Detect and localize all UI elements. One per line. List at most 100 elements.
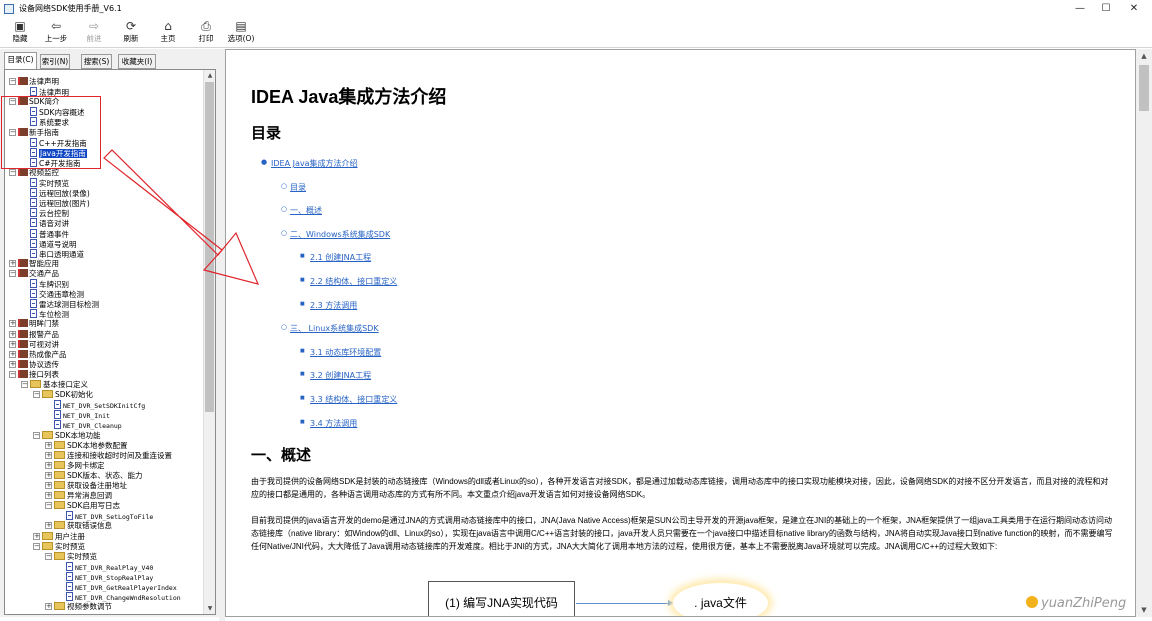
tree-item[interactable]: NET_DVR_ChangeWndResolution xyxy=(66,592,181,602)
scroll-down-arrow-icon[interactable]: ▼ xyxy=(204,603,215,614)
toolbar-button-2[interactable]: ⇨ 前进 xyxy=(76,19,112,47)
tree-item[interactable]: 远程回放(图片) xyxy=(30,198,90,208)
tab-favorites[interactable]: 收藏夹(I) xyxy=(118,54,156,69)
tree-item[interactable]: − 实时预览 xyxy=(45,551,97,562)
tree-item[interactable]: + 获取错误信息 xyxy=(45,521,112,531)
tree-item[interactable]: + 获取设备注册地址 xyxy=(45,481,127,491)
expand-icon[interactable]: + xyxy=(9,350,16,358)
tree-item[interactable]: NET_DVR_Cleanup xyxy=(54,420,122,430)
tab-contents[interactable]: 目录(C) xyxy=(4,52,37,70)
tree-item[interactable]: 云台控制 xyxy=(30,208,69,218)
expand-icon[interactable]: + xyxy=(9,330,16,338)
tree-item[interactable]: + SDK本地参数配置 xyxy=(45,440,127,451)
tree-item[interactable]: + 协议透传 xyxy=(9,359,59,370)
toolbar-button-3[interactable]: ⟳ 刷新 xyxy=(113,19,149,47)
tree-item[interactable]: 实时预览 xyxy=(30,178,69,188)
tree-item[interactable]: NET_DVR_Init xyxy=(54,410,110,420)
tree-scroll-thumb[interactable] xyxy=(205,82,214,412)
tree-item[interactable]: + 用户注册 xyxy=(33,531,85,542)
tree-item[interactable]: + 智能应用 xyxy=(9,258,59,269)
tree-item[interactable]: − SDK本地功能 xyxy=(33,430,100,441)
tree-item[interactable]: − 基本接口定义 xyxy=(21,380,88,390)
toc-link[interactable]: 3.4 方法调用 xyxy=(310,418,357,429)
expand-icon[interactable]: + xyxy=(33,532,40,540)
toc-link[interactable]: 二、Windows系统集成SDK xyxy=(290,229,390,240)
tree-item[interactable]: + 热成像产品 xyxy=(9,349,67,360)
toolbar-button-6[interactable]: ▤ 选项(O) xyxy=(223,19,259,47)
maximize-button[interactable]: ☐ xyxy=(1092,0,1120,18)
toc-link[interactable]: 一、概述 xyxy=(290,205,322,216)
expand-icon[interactable]: + xyxy=(9,259,16,267)
collapse-icon[interactable]: − xyxy=(21,381,28,388)
tree-item[interactable]: 交通违章检测 xyxy=(30,289,84,299)
expand-icon[interactable]: + xyxy=(45,471,52,479)
minimize-button[interactable]: — xyxy=(1066,0,1094,18)
expand-icon[interactable]: + xyxy=(45,482,52,489)
tree-item[interactable]: − 接口列表 xyxy=(9,369,59,380)
tree-item[interactable]: + 连接和接收超时时间及重连设置 xyxy=(45,450,172,461)
toc-link[interactable]: 3.3 结构体、接口重定义 xyxy=(310,394,397,405)
toolbar-button-5[interactable]: ⎙ 打印 xyxy=(188,19,224,47)
toc-link[interactable]: 3.2 创建JNA工程 xyxy=(310,370,371,381)
tab-index[interactable]: 索引(N) xyxy=(40,54,70,69)
toolbar-button-1[interactable]: ⇦ 上一步 xyxy=(38,19,74,47)
expand-icon[interactable]: + xyxy=(45,441,52,449)
tree-item[interactable]: + 明眸门禁 xyxy=(9,319,59,329)
tree-item[interactable]: NET_DVR_GetRealPlayerIndex xyxy=(66,582,177,592)
expand-icon[interactable]: + xyxy=(9,340,16,348)
tree-item[interactable]: + SDK版本、状态、能力 xyxy=(45,470,142,481)
document-scrollbar[interactable]: ▲ ▼ xyxy=(1136,49,1152,617)
toc-link[interactable]: 目录 xyxy=(290,182,306,193)
scroll-up-arrow-icon[interactable]: ▲ xyxy=(204,70,215,81)
tree-item[interactable]: + 可视对讲 xyxy=(9,339,59,350)
tree-item[interactable]: NET_DVR_SetSDKInitCfg xyxy=(54,400,145,410)
tab-search[interactable]: 搜索(S) xyxy=(81,54,112,69)
doc-scroll-up-arrow-icon[interactable]: ▲ xyxy=(1136,49,1152,63)
collapse-icon[interactable]: − xyxy=(9,269,16,277)
tree-item[interactable]: − 实时预览 xyxy=(33,541,85,552)
expand-icon[interactable]: + xyxy=(45,451,52,459)
close-button[interactable]: ✕ xyxy=(1120,0,1148,18)
tree-item[interactable]: 语音对讲 xyxy=(30,218,69,228)
toc-link[interactable]: 2.2 结构体、接口重定义 xyxy=(310,276,397,287)
toc-link[interactable]: 三、 Linux系统集成SDK xyxy=(290,323,379,334)
expand-icon[interactable]: + xyxy=(9,360,16,368)
collapse-icon[interactable]: − xyxy=(33,542,40,550)
collapse-icon[interactable]: − xyxy=(45,502,52,510)
expand-icon[interactable]: + xyxy=(45,522,52,530)
tree-item[interactable]: − 法律声明 xyxy=(9,77,59,87)
tree-item[interactable]: 雷达球测目标检测 xyxy=(30,299,99,309)
tree-item[interactable]: − 交通产品 xyxy=(9,268,59,279)
tree-item[interactable]: 远程回放(录像) xyxy=(30,188,90,198)
collapse-icon[interactable]: − xyxy=(9,168,16,176)
collapse-icon[interactable]: − xyxy=(9,370,16,378)
tree-item[interactable]: − SDK启用写日志 xyxy=(45,501,120,511)
tree-item[interactable]: NET_DVR_SetLogToFile xyxy=(66,511,153,521)
expand-icon[interactable]: + xyxy=(45,492,52,500)
expand-icon[interactable]: + xyxy=(9,320,16,328)
toc-link[interactable]: 2.1 创建JNA工程 xyxy=(310,252,371,263)
toc-link[interactable]: 3.1 动态库环境配置 xyxy=(310,347,381,358)
tree-item[interactable]: 车牌识别 xyxy=(30,279,69,289)
collapse-icon[interactable]: − xyxy=(45,552,52,560)
expand-icon[interactable]: + xyxy=(45,461,52,469)
tree-item[interactable]: NET_DVR_StopRealPlay xyxy=(66,571,153,582)
collapse-icon[interactable]: − xyxy=(33,431,40,439)
toolbar-button-4[interactable]: ⌂ 主页 xyxy=(150,19,186,47)
tree-item[interactable]: + 异常消息回调 xyxy=(45,491,112,501)
toc-link[interactable]: IDEA Java集成方法介绍 xyxy=(271,158,358,169)
tree-item[interactable]: − 视频监控 xyxy=(9,167,59,178)
tree-item[interactable]: − SDK初始化 xyxy=(33,390,93,400)
tree-item[interactable]: + 多网卡绑定 xyxy=(45,460,105,471)
toolbar-button-0[interactable]: ▣ 隐藏 xyxy=(2,19,38,47)
tree-item[interactable]: NET_DVR_RealPlay_V40 xyxy=(66,561,153,572)
tree-item[interactable]: 车位检测 xyxy=(30,309,69,319)
tree-item[interactable]: 串口透明通道 xyxy=(30,248,84,259)
toc-link[interactable]: 2.3 方法调用 xyxy=(310,300,357,311)
collapse-icon[interactable]: − xyxy=(9,78,16,85)
collapse-icon[interactable]: − xyxy=(33,391,40,399)
tree-scrollbar[interactable]: ▲ ▼ xyxy=(203,70,215,614)
doc-scroll-thumb[interactable] xyxy=(1139,65,1149,111)
doc-scroll-down-arrow-icon[interactable]: ▼ xyxy=(1136,603,1152,617)
tree-item[interactable]: + 视频参数调节 xyxy=(45,602,112,612)
